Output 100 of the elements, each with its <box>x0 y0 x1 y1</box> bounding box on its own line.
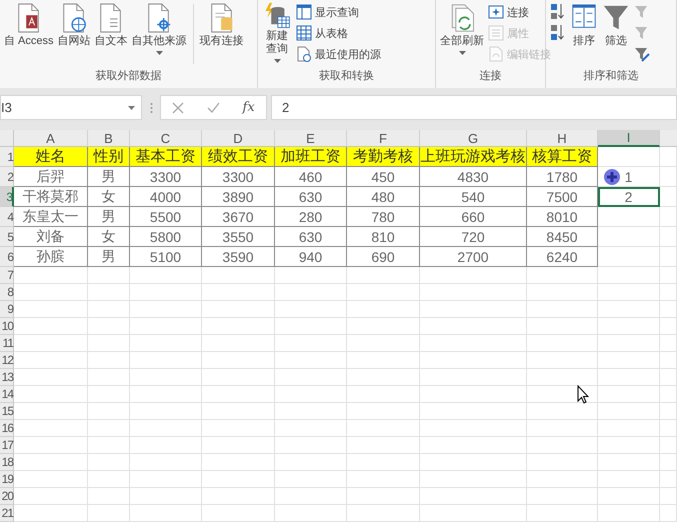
column-header[interactable]: G <box>420 130 527 147</box>
ribbon-button[interactable]: 最近使用的源 <box>295 44 382 64</box>
row-header[interactable]: 10 <box>0 318 14 335</box>
name-box[interactable]: I3 <box>0 95 142 120</box>
ribbon-button[interactable]: 新建查询 <box>261 2 293 63</box>
table-cell: 5800 <box>150 228 182 244</box>
grid-cell <box>527 437 598 454</box>
row-header[interactable]: 18 <box>0 454 14 471</box>
grid-cell <box>527 369 598 386</box>
grid-cell <box>275 369 347 386</box>
column-header[interactable]: D <box>202 130 275 147</box>
row-header[interactable]: 14 <box>0 386 14 403</box>
grid-cell <box>527 454 598 471</box>
row-header[interactable]: 4 <box>0 207 14 227</box>
grid-cell <box>88 437 130 454</box>
column-header[interactable]: E <box>275 130 347 147</box>
row-header[interactable]: 8 <box>0 284 14 301</box>
grid-cell <box>88 420 130 437</box>
column-header[interactable]: I <box>598 130 660 147</box>
table-cell: 5100 <box>150 248 182 264</box>
header-cell: 上班玩游戏考核 <box>420 147 526 166</box>
column-header[interactable] <box>660 130 677 147</box>
row-header[interactable]: 9 <box>0 301 14 318</box>
sparkle-icon <box>488 4 504 20</box>
grid-cell <box>88 403 130 420</box>
row-header[interactable]: 2 <box>0 167 14 187</box>
table-cell: 干将莫邪 <box>22 188 78 206</box>
grid-cell <box>130 335 202 352</box>
sort-ascending-icon[interactable] <box>549 2 567 22</box>
drag-handle-icon[interactable] <box>150 102 152 114</box>
grid-cell <box>527 420 598 437</box>
grid-cell <box>660 187 677 207</box>
table-cell: 1 <box>624 168 632 184</box>
table-cell: 3890 <box>222 188 254 204</box>
row-header[interactable]: 15 <box>0 403 14 420</box>
grid-cell <box>660 301 677 318</box>
quick-action-icon[interactable] <box>604 169 620 185</box>
table-cell: 7500 <box>546 188 578 204</box>
grid-cell <box>598 335 660 352</box>
grid-cell <box>598 454 660 471</box>
table-cell: 450 <box>371 168 395 184</box>
grid-cell <box>130 267 202 284</box>
row-header[interactable]: 7 <box>0 267 14 284</box>
table-icon <box>296 4 312 20</box>
ribbon-button[interactable]: 全部刷新 <box>439 2 485 55</box>
ribbon-button[interactable]: 筛选 <box>601 2 631 48</box>
grid-cell <box>598 386 660 403</box>
grid-cell <box>88 471 130 488</box>
column-header[interactable]: B <box>88 130 130 147</box>
grid-cell <box>660 318 677 335</box>
column-header[interactable]: C <box>130 130 202 147</box>
grid-cell <box>88 454 130 471</box>
table-cell: 刘备 <box>36 228 64 246</box>
grid-cell <box>527 284 598 301</box>
grid-cell <box>88 301 130 318</box>
table-cell: 女 <box>102 188 116 206</box>
ribbon-button[interactable]: 现有连接 <box>198 2 245 48</box>
table-cell: 940 <box>298 248 322 264</box>
row-header[interactable]: 5 <box>0 227 14 247</box>
ribbon-button[interactable]: 自 Access <box>3 2 55 48</box>
grid-cell <box>660 505 677 522</box>
check-icon[interactable] <box>206 102 220 113</box>
grid-cell <box>130 420 202 437</box>
grid-cell <box>598 420 660 437</box>
row-header[interactable]: 19 <box>0 471 14 488</box>
grid-cell <box>660 471 677 488</box>
column-header[interactable]: H <box>527 130 598 147</box>
row-header[interactable]: 12 <box>0 352 14 369</box>
ribbon-button[interactable]: 连接 <box>487 2 552 22</box>
header-cell: 性别 <box>94 147 124 166</box>
column-header[interactable]: F <box>347 130 420 147</box>
formula-input[interactable]: 2 <box>271 95 677 120</box>
row-header[interactable]: 20 <box>0 488 14 505</box>
row-header[interactable]: 11 <box>0 335 14 352</box>
ribbon-button[interactable]: 自其他来源 <box>130 2 188 55</box>
row-header[interactable]: 1 <box>0 147 14 167</box>
grid-cell <box>598 352 660 369</box>
sort-descending-icon[interactable] <box>549 23 567 43</box>
list-icon <box>488 25 504 41</box>
grid-cell <box>527 267 598 284</box>
active-cell-border[interactable]: 2 <box>598 187 660 207</box>
ribbon-button[interactable]: 自文本 <box>94 2 129 48</box>
ribbon-button[interactable]: 自网站 <box>56 2 92 48</box>
row-header[interactable]: 21 <box>0 505 14 522</box>
table-cell: 东皇太一 <box>22 208 78 226</box>
row-header[interactable]: 16 <box>0 420 14 437</box>
column-header[interactable]: A <box>14 130 88 147</box>
table-cell: 690 <box>371 248 395 264</box>
grid-cell <box>130 318 202 335</box>
ribbon-button[interactable]: 从表格 <box>295 23 382 43</box>
row-header[interactable]: 13 <box>0 369 14 386</box>
ribbon-button[interactable]: 排序 <box>569 2 599 48</box>
select-all-corner[interactable] <box>0 130 14 147</box>
cancel-icon[interactable] <box>172 102 184 114</box>
insert-function-button[interactable]: fx <box>242 100 255 115</box>
table-cell: 540 <box>461 188 485 204</box>
ribbon-button[interactable]: 显示查询 <box>295 2 382 22</box>
row-header[interactable]: 6 <box>0 247 14 267</box>
grid-cell <box>598 227 660 247</box>
row-header[interactable]: 17 <box>0 437 14 454</box>
